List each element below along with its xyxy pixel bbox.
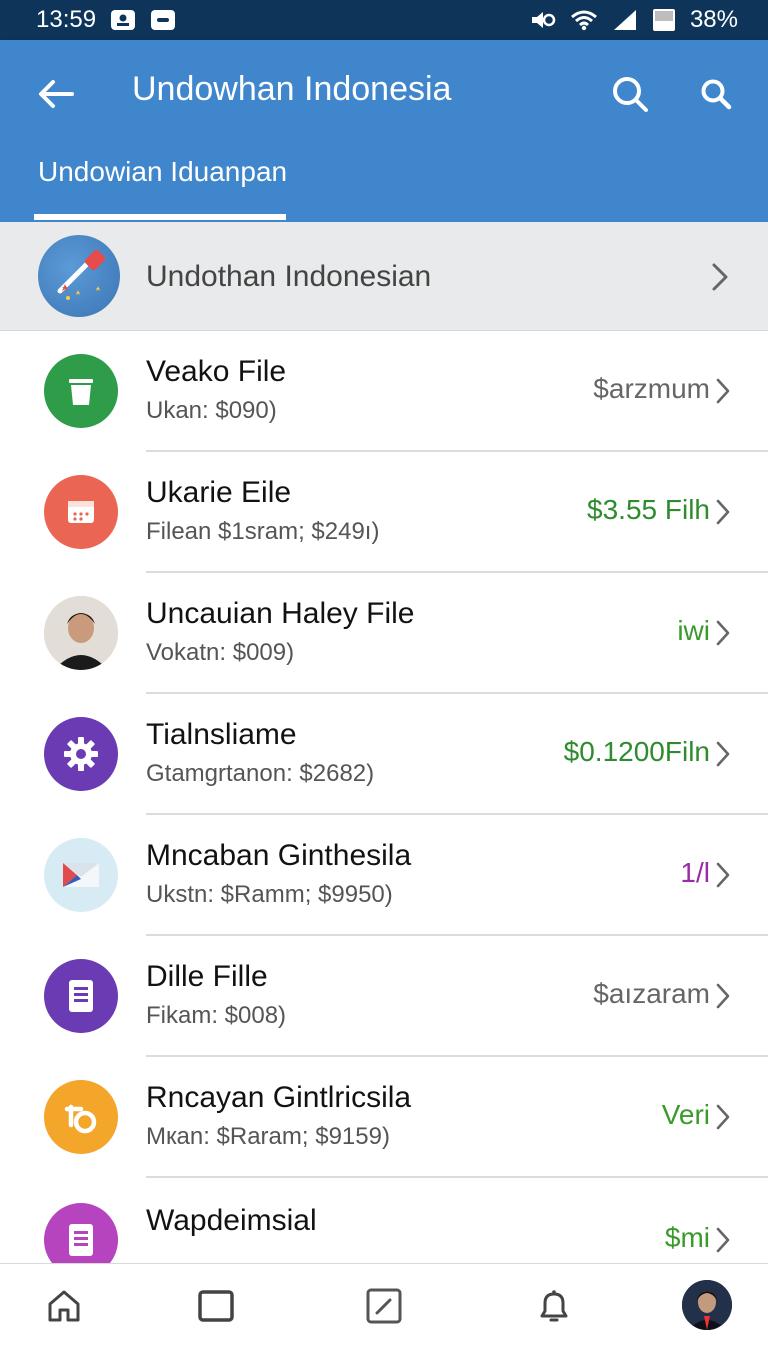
nav-home-button[interactable] [40,1282,88,1330]
list-item-value: $3.55 Filh [587,494,710,525]
gear-icon [44,717,118,791]
chevron-right-icon [716,620,730,646]
back-button[interactable] [34,74,78,114]
list-item[interactable]: Mncaban Ginthesila Ukstn: $Ramm; $9950) … [0,815,768,936]
list-item[interactable]: Wapdeimsial $mi [0,1180,768,1263]
calendar-icon [44,475,118,549]
list-item-title: Veako File [146,355,287,388]
page-title: Undowhan Indonesia [132,70,452,108]
notification-icon [110,9,136,31]
chevron-right-icon [716,378,730,404]
list-item-subtitle: Gtamgrtanon: $2682) [146,760,375,787]
list-item-subtitle: Ukan: $090) [146,397,277,424]
chevron-right-icon [716,1227,730,1253]
list-item-subtitle: Vokatn: $009) [146,639,295,666]
list-item-title: Dille Fille [146,960,268,993]
list-item-title: Ukarie Eile [146,476,292,509]
app-bar: Undowhan Indonesia Undowian Iduanpan [0,40,768,222]
chevron-right-icon [716,499,730,525]
search-secondary-button[interactable] [696,74,736,114]
message-icon [150,9,176,31]
list-item-title: Mncaban Ginthesila [146,839,412,872]
bottom-navigation [0,1263,768,1345]
list-item-value: 1/l [680,857,710,888]
list-item-title: Tialnsliame [146,718,297,751]
list-item-title: Wapdeimsial [146,1204,317,1237]
person-avatar [44,596,118,670]
list-item-value: $mi [664,1222,710,1253]
search-icon [613,77,648,112]
list-item-value: $aızaram [593,978,710,1009]
list-item[interactable]: Tialnsliame Gtamgrtanon: $2682) $0.1200F… [0,694,768,815]
battery-icon [652,8,676,32]
list-item-subtitle: Mкan: $Raram; $9159) [146,1123,390,1150]
nav-edit-button[interactable] [360,1282,408,1330]
list-item[interactable]: Veako File Ukan: $090) $arzmum [0,331,768,452]
list-item-value: $0.1200Filn [563,736,710,767]
trash-icon [44,354,118,428]
list-item-value: iwi [677,615,710,646]
list-item[interactable]: Uncauian Haley File Vokatn: $009) iwi [0,573,768,694]
list-item-value: Veri [661,1099,710,1130]
home-icon [48,1290,80,1322]
list-item-subtitle: Ukstn: $Ramm; $9950) [146,881,393,908]
tab-indicator [34,214,286,220]
signal-icon [612,9,638,31]
bell-icon [540,1290,568,1322]
list-item-subtitle: Filean $1sram; $249ı) [146,518,380,545]
list-item[interactable]: Rncayan Gintlricsila Mкan: $Raram; $9159… [0,1057,768,1178]
mute-icon [530,9,556,31]
ring-icon [44,1080,118,1154]
battery-percentage: 38% [689,6,738,33]
tab-active[interactable]: Undowian Iduanpan [34,150,287,222]
document-icon [44,959,118,1033]
header-label: Undothan Indonesian [146,260,432,293]
edit-icon [366,1288,402,1324]
nav-notifications-button[interactable] [530,1282,578,1330]
window-icon [198,1290,234,1322]
brush-stars-icon [38,235,120,317]
list-item[interactable]: Dille Fille Fikam: $008) $aızaram [0,936,768,1057]
search-icon [701,79,732,110]
file-list: Veako File Ukan: $090) $arzmum Ukarie Ei… [0,331,768,1263]
list-item-title: Uncauian Haley File [146,597,415,630]
chevron-right-icon [716,1104,730,1130]
divider [146,1176,768,1178]
profile-avatar[interactable] [682,1280,732,1330]
list-item[interactable]: Ukarie Eile Filean $1sram; $249ı) $3.55 … [0,452,768,573]
chevron-right-icon [716,741,730,767]
arrow-left-icon [39,80,74,108]
status-bar: 13:59 38% [0,0,768,40]
nav-window-button[interactable] [192,1282,240,1330]
list-item-subtitle: Fikam: $008) [146,1002,287,1029]
chevron-right-icon [710,262,730,292]
chevron-right-icon [716,862,730,888]
search-button[interactable] [608,72,652,116]
wifi-icon [570,9,598,31]
mail-icon [44,838,118,912]
list-item-title: Rncayan Gintlricsila [146,1081,412,1114]
document-icon [44,1203,118,1263]
list-item-value: $arzmum [593,373,710,404]
header-row[interactable]: Undothan Indonesian [0,222,768,331]
status-time: 13:59 [36,6,97,33]
chevron-right-icon [716,983,730,1009]
